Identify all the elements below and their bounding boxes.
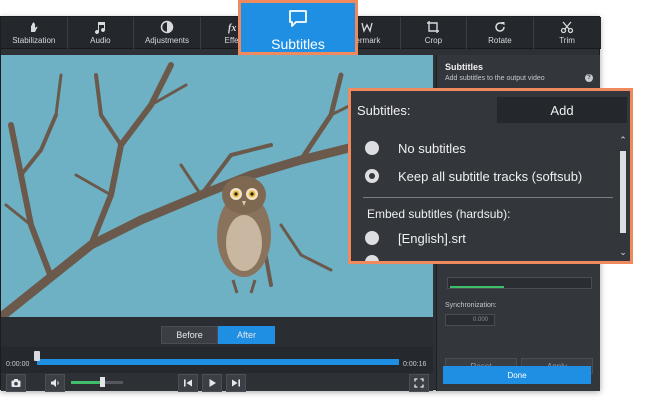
tool-audio[interactable]: Audio (68, 17, 135, 49)
speaker-icon (51, 379, 59, 387)
help-icon[interactable]: ? (585, 74, 593, 82)
next-frame-icon (232, 379, 240, 387)
subtitles-options-list: No subtitles Keep all subtitle tracks (s… (355, 129, 616, 261)
radio-button[interactable] (365, 255, 379, 261)
option-next-partial[interactable] (365, 253, 379, 261)
tool-label: Adjustments (144, 36, 189, 45)
fullscreen-icon (414, 378, 424, 388)
tool-crop[interactable]: Crop (401, 17, 468, 49)
player-controls (1, 373, 433, 392)
tool-label: Crop (424, 36, 443, 45)
option-english-srt[interactable]: [English].srt (365, 229, 466, 247)
radio-button[interactable] (365, 141, 379, 155)
synchronization-label: Synchronization: (445, 302, 497, 309)
previous-frame-icon (184, 379, 192, 387)
play-icon (209, 379, 216, 387)
playhead-handle[interactable] (34, 351, 40, 361)
previous-frame-button[interactable] (178, 374, 198, 392)
fullscreen-button[interactable] (409, 374, 429, 392)
radio-button[interactable] (365, 231, 379, 245)
tool-label: Rotate (488, 36, 512, 45)
screenshot-root: Stabilization Audio Adjustments fx Effec… (0, 0, 650, 403)
option-label: Keep all subtitle tracks (softsub) (398, 168, 583, 184)
tool-label: Audio (90, 36, 111, 45)
rotate-icon (495, 22, 505, 32)
tool-rotate[interactable]: Rotate (467, 17, 534, 49)
before-button[interactable]: Before (161, 326, 218, 344)
timeline-end-time: 0:00:16 (403, 361, 427, 368)
tool-adjustments[interactable]: Adjustments (134, 17, 201, 49)
panel-title: Subtitles (445, 62, 484, 72)
subtitles-label: Subtitles: (357, 103, 411, 118)
subtitles-dropdown-header: Subtitles: Add (351, 91, 630, 127)
tool-trim[interactable]: Trim (534, 17, 601, 49)
option-label: [English].srt (398, 230, 466, 246)
done-button[interactable]: Done (443, 366, 591, 384)
option-no-subtitles[interactable]: No subtitles (365, 139, 466, 157)
after-button[interactable]: After (218, 326, 275, 344)
synchronization-input[interactable]: 0.000 (445, 314, 495, 326)
crop-icon (427, 21, 440, 33)
scrollbar-thumb[interactable] (620, 151, 626, 233)
music-note-icon (95, 22, 106, 34)
stabilization-icon (30, 22, 38, 32)
panel-description: Add subtitles to the output video (445, 75, 545, 82)
scrollbar[interactable]: ⌃ ⌄ (617, 135, 629, 261)
timeline-track[interactable] (37, 359, 399, 365)
subtitles-tab-highlight[interactable]: Subtitles (238, 0, 358, 55)
mute-button[interactable] (45, 374, 65, 392)
scroll-down-icon[interactable]: ⌄ (618, 247, 628, 257)
subtitle-position-field[interactable] (447, 277, 592, 289)
tool-stabilization[interactable]: Stabilization (1, 17, 68, 49)
hardsub-group-label: Embed subtitles (hardsub): (367, 207, 511, 221)
divider (363, 197, 613, 198)
speech-bubble-icon (289, 10, 307, 27)
watermark-icon (361, 22, 373, 33)
timeline-start-time: 0:00:00 (6, 361, 30, 368)
subtitles-tab-label: Subtitles (271, 36, 325, 52)
position-fill (450, 286, 504, 288)
adjustments-icon (160, 20, 174, 34)
play-button[interactable] (202, 374, 222, 392)
subtitles-dropdown-callout: Subtitles: Add No subtitles Keep all sub… (348, 88, 633, 264)
before-after-bar: Before After (1, 317, 433, 347)
tool-label: Stabilization (12, 36, 56, 45)
timeline: 0:00:00 0:00:16 (1, 347, 433, 373)
volume-fill (71, 381, 103, 384)
next-frame-button[interactable] (226, 374, 246, 392)
camera-icon (11, 379, 21, 387)
volume-knob[interactable] (100, 377, 106, 387)
radio-button-selected[interactable] (365, 169, 379, 183)
snapshot-button[interactable] (6, 374, 26, 392)
tool-label: Trim (559, 36, 575, 45)
scissors-icon (560, 21, 574, 34)
volume-slider[interactable] (71, 377, 123, 387)
option-label: No subtitles (398, 140, 466, 156)
option-keep-all-tracks[interactable]: Keep all subtitle tracks (softsub) (365, 167, 582, 185)
scroll-up-icon[interactable]: ⌃ (618, 135, 628, 145)
add-subtitles-button[interactable]: Add (497, 97, 627, 123)
svg-text:fx: fx (228, 23, 236, 34)
